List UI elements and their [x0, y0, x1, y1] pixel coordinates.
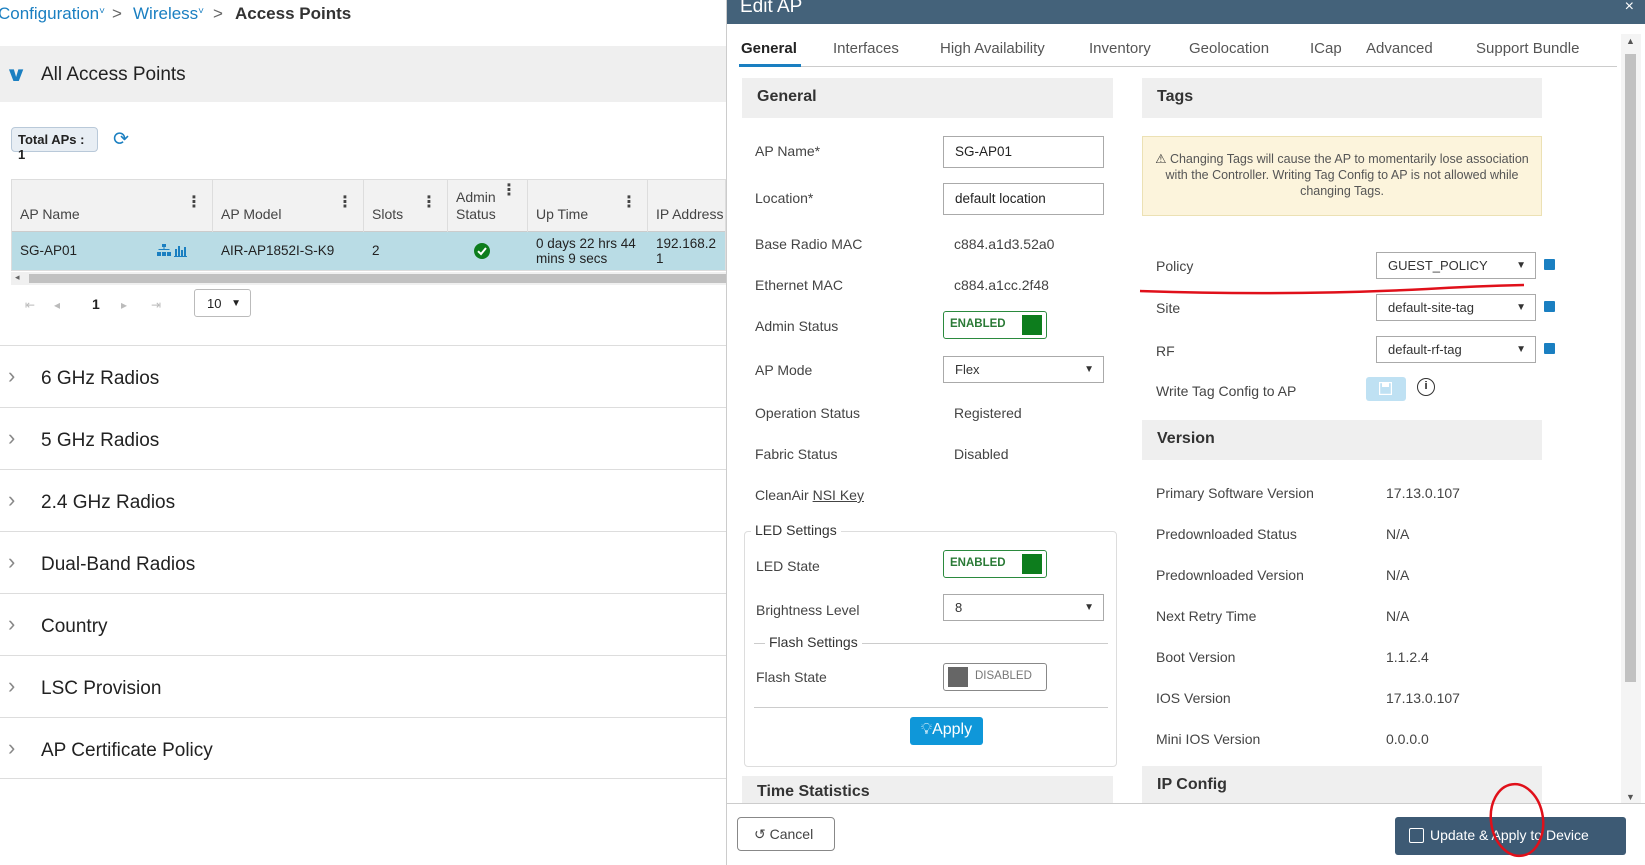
table-horizontal-scrollbar[interactable]: ◂	[11, 272, 726, 285]
scroll-thumb[interactable]	[29, 274, 726, 283]
accordion-ap-certificate-policy[interactable]: › AP Certificate Policy	[0, 717, 726, 779]
column-admin-status[interactable]: Admin Status ⋮	[448, 180, 528, 232]
column-slots[interactable]: Slots ⋮	[364, 180, 448, 232]
chevron-right-icon: ›	[8, 611, 16, 636]
all-access-points-header[interactable]: ∨ All Access Points	[0, 46, 726, 102]
column-ip-address[interactable]: IP Address	[648, 180, 725, 232]
edit-ap-dialog: Edit AP × General Interfaces High Availa…	[726, 0, 1645, 865]
chevron-right-icon: ›	[8, 549, 16, 574]
dropdown-arrow-icon: ▼	[231, 298, 241, 309]
table-header: AP Name ⋮ AP Model ⋮ Slots ⋮ Admin Status ⋮ …	[12, 180, 725, 232]
chevron-right-icon: ›	[8, 735, 16, 760]
cell-ap-name: SG-AP01	[12, 232, 213, 270]
accordion-lsc-provision[interactable]: › LSC Provision	[0, 655, 726, 717]
accordion-country[interactable]: › Country	[0, 593, 726, 655]
cell-up-time: 0 days 22 hrs 44 mins 9 secs	[536, 236, 636, 266]
current-page[interactable]: 1	[92, 296, 100, 312]
breadcrumb-access-points: Access Points	[235, 4, 352, 23]
chevron-right-icon: ›	[8, 425, 16, 450]
cell-ip-address: 192.168.2 1	[656, 236, 717, 266]
column-menu-icon[interactable]: ⋮	[501, 180, 517, 200]
chevron-right-icon: ›	[8, 673, 16, 698]
cell-slots: 2	[372, 243, 380, 258]
cell-ap-model: AIR-AP1852I-S-K9	[221, 243, 335, 258]
accordion-24ghz-radios[interactable]: › 2.4 GHz Radios	[0, 469, 726, 531]
cell-admin-status	[448, 232, 528, 270]
breadcrumb-wireless[interactable]: Wireless˅	[133, 4, 204, 24]
accordion-dual-band-radios[interactable]: › Dual-Band Radios	[0, 531, 726, 593]
section-title: All Access Points	[41, 64, 186, 85]
column-up-time[interactable]: Up Time ⋮	[528, 180, 648, 232]
access-points-page: Configuration˅ > Wireless˅ > Access Poin…	[0, 0, 726, 865]
breadcrumb-separator: >	[112, 4, 122, 23]
refresh-icon[interactable]: ⟳	[113, 128, 129, 151]
table-row[interactable]: SG-AP01 AIR-AP1852I-S-K9 2 0 days 22 hrs…	[12, 232, 725, 270]
chevron-down-icon: ∨	[4, 64, 28, 86]
annotation-overlay	[1139, 283, 1545, 858]
first-page-icon[interactable]: ⇤	[25, 298, 35, 312]
scroll-left-icon[interactable]: ◂	[15, 272, 20, 283]
column-menu-icon[interactable]: ⋮	[421, 192, 437, 212]
accordion-6ghz-radios[interactable]: › 6 GHz Radios	[0, 345, 726, 407]
page-size-select[interactable]: 10 ▼	[194, 289, 251, 317]
pagination: ⇤ ◂ 1 ▸ ⇥ 10 ▼	[11, 289, 726, 321]
total-aps-badge: Total APs : 1	[11, 127, 98, 162]
breadcrumb-separator: >	[213, 4, 223, 23]
chevron-right-icon: ›	[8, 487, 16, 512]
accordion-5ghz-radios[interactable]: › 5 GHz Radios	[0, 407, 726, 469]
column-ap-model[interactable]: AP Model ⋮	[213, 180, 364, 232]
next-page-icon[interactable]: ▸	[121, 298, 127, 312]
column-menu-icon[interactable]: ⋮	[337, 192, 353, 212]
chevron-right-icon: ›	[8, 363, 16, 388]
breadcrumb-configuration[interactable]: Configuration˅	[0, 4, 105, 24]
last-page-icon[interactable]: ⇥	[151, 298, 161, 312]
ap-table: AP Name ⋮ AP Model ⋮ Slots ⋮ Admin Status ⋮ …	[11, 179, 726, 271]
prev-page-icon[interactable]: ◂	[54, 298, 60, 312]
column-menu-icon[interactable]: ⋮	[186, 192, 202, 212]
topology-chart-icon[interactable]	[157, 244, 187, 257]
column-menu-icon[interactable]: ⋮	[621, 192, 637, 212]
column-ap-name[interactable]: AP Name ⋮	[12, 180, 213, 232]
check-circle-icon	[474, 243, 490, 259]
